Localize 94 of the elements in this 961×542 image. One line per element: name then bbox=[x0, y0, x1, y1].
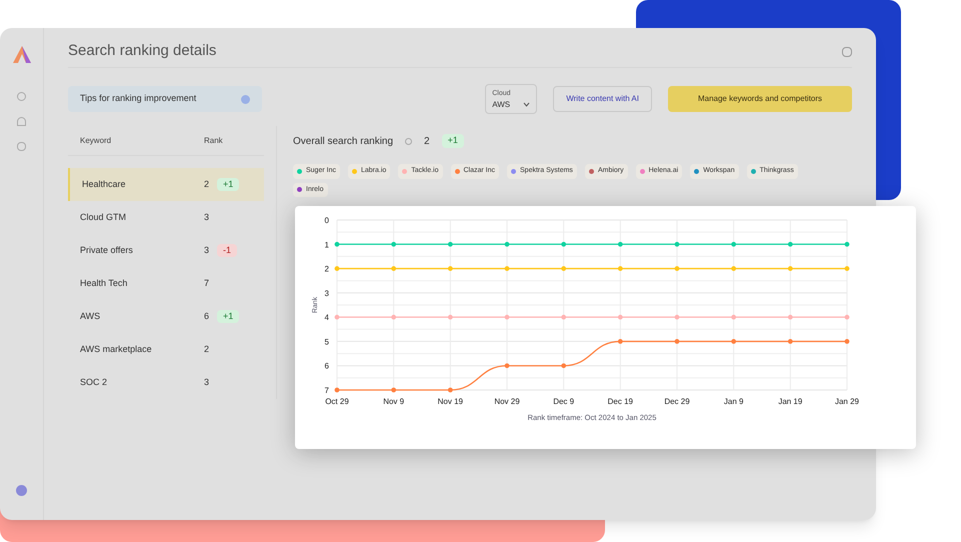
y-tick-label: 6 bbox=[324, 362, 329, 371]
keyword-row[interactable]: AWS marketplace 2 bbox=[68, 333, 264, 366]
data-point bbox=[561, 363, 566, 368]
column-header: Keyword bbox=[80, 134, 112, 146]
data-point bbox=[731, 266, 736, 271]
y-tick-label: 0 bbox=[324, 216, 329, 225]
x-tick-label: Dec 19 bbox=[608, 397, 634, 406]
data-point bbox=[448, 388, 453, 392]
keyword-text: Private offers bbox=[80, 244, 134, 257]
x-tick-label: Jan 29 bbox=[834, 397, 860, 406]
data-point bbox=[788, 266, 793, 271]
data-point bbox=[448, 266, 453, 271]
rank-text: 3 bbox=[204, 244, 210, 257]
manage-button[interactable]: Manage keywords and competitors bbox=[668, 86, 852, 112]
x-tick-label: Dec 9 bbox=[553, 397, 574, 406]
x-tick-label: Jan 19 bbox=[778, 397, 802, 406]
data-point bbox=[391, 388, 396, 392]
x-tick-label: Dec 29 bbox=[664, 397, 690, 406]
info-icon[interactable] bbox=[405, 138, 412, 144]
data-point bbox=[334, 242, 340, 247]
rank-text: 2 bbox=[204, 342, 210, 356]
change-badge: +1 bbox=[217, 178, 240, 192]
rank-text: 2 bbox=[204, 178, 210, 191]
write-content-button[interactable]: Write content with AI bbox=[553, 86, 652, 112]
keyword-row[interactable]: AWS 6 +1 bbox=[68, 300, 264, 333]
change-badge: +1 bbox=[442, 134, 464, 148]
change-badge: -1 bbox=[217, 244, 238, 258]
data-point bbox=[844, 242, 850, 247]
keyword-text: Healthcare bbox=[82, 178, 127, 191]
data-point bbox=[504, 314, 510, 320]
data-point bbox=[788, 242, 793, 247]
keyword-text: Health Tech bbox=[80, 276, 128, 290]
y-tick-label: 7 bbox=[324, 386, 329, 395]
data-point bbox=[618, 314, 623, 320]
data-point bbox=[391, 242, 396, 247]
data-point bbox=[504, 242, 510, 247]
keyword-text: Cloud GTM bbox=[80, 210, 128, 224]
data-point bbox=[561, 266, 566, 271]
keyword-row[interactable]: Private offers 3 -1 bbox=[68, 234, 264, 267]
keyword-text: SOC 2 bbox=[80, 376, 108, 389]
data-point bbox=[618, 339, 623, 344]
overall-rank: 2 bbox=[424, 134, 430, 148]
tips-button[interactable]: Tips for ranking improvement bbox=[68, 86, 262, 112]
data-point bbox=[731, 314, 736, 320]
data-point bbox=[334, 388, 340, 392]
data-point bbox=[788, 314, 793, 320]
data-point bbox=[731, 242, 736, 247]
data-point bbox=[844, 314, 850, 320]
x-tick-label: Nov 19 bbox=[438, 397, 464, 406]
data-point bbox=[674, 314, 680, 320]
data-point bbox=[674, 339, 680, 344]
keyword-row[interactable]: Healthcare 2 +1 bbox=[68, 168, 264, 201]
x-tick-label: Jan 9 bbox=[724, 397, 744, 406]
data-point bbox=[674, 266, 680, 271]
data-point bbox=[448, 242, 453, 247]
keyword-row[interactable]: SOC 2 3 bbox=[68, 366, 264, 399]
keyword-text: AWS marketplace bbox=[80, 342, 153, 356]
change-badge: +1 bbox=[217, 310, 240, 324]
rank-text: 7 bbox=[204, 276, 210, 290]
rank-text: 3 bbox=[204, 210, 210, 224]
data-point bbox=[618, 266, 623, 271]
page-title: Search ranking details bbox=[68, 41, 216, 62]
data-point bbox=[334, 314, 340, 320]
y-tick-label: 5 bbox=[324, 337, 329, 346]
data-point bbox=[504, 363, 510, 368]
data-point bbox=[618, 242, 623, 247]
keyword-row[interactable]: Cloud GTM 3 bbox=[68, 201, 264, 234]
data-point bbox=[731, 339, 736, 344]
data-point bbox=[844, 266, 850, 271]
data-point bbox=[561, 242, 566, 247]
y-tick-label: 2 bbox=[324, 264, 329, 274]
rank-text: 6 bbox=[204, 310, 210, 323]
data-point bbox=[391, 266, 396, 271]
data-point bbox=[844, 339, 850, 344]
column-header: Rank bbox=[204, 134, 224, 146]
data-point bbox=[788, 339, 793, 344]
x-tick-label: Nov 29 bbox=[494, 397, 520, 406]
x-tick-label: Nov 9 bbox=[383, 397, 404, 406]
data-point bbox=[504, 266, 510, 271]
y-tick-label: 3 bbox=[324, 288, 329, 298]
data-point bbox=[448, 314, 453, 320]
data-point bbox=[334, 266, 340, 271]
keyword-text: AWS bbox=[80, 310, 102, 323]
chevron-down-icon bbox=[523, 102, 530, 107]
logo-icon bbox=[10, 44, 32, 64]
keyword-row[interactable]: Health Tech 7 bbox=[68, 267, 264, 300]
x-tick-label: Oct 29 bbox=[325, 397, 349, 406]
overall-ranking-label: Overall search ranking bbox=[293, 134, 394, 148]
data-point bbox=[391, 314, 396, 320]
data-point bbox=[561, 314, 566, 320]
y-tick-label: 4 bbox=[324, 313, 329, 322]
rank-text: 3 bbox=[204, 376, 210, 389]
y-tick-label: 1 bbox=[324, 240, 329, 250]
data-point bbox=[674, 242, 680, 247]
